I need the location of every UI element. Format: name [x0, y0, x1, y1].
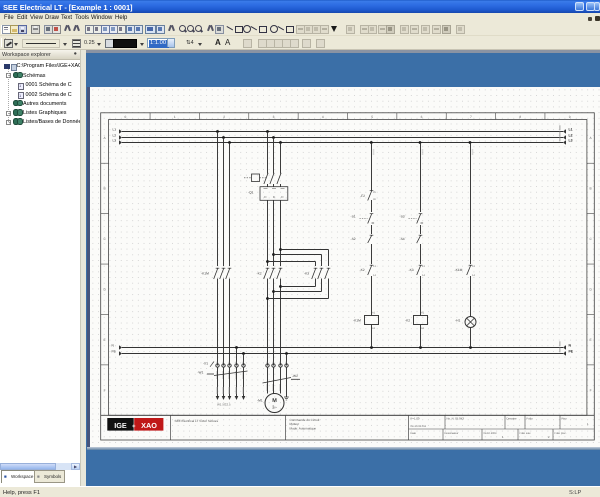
- svg-text:13: 13: [373, 265, 376, 268]
- svg-text:14: 14: [472, 274, 475, 277]
- svg-text:IGE: IGE: [114, 421, 127, 430]
- svg-text:-K2: -K2: [405, 319, 410, 323]
- svg-text:04.10.2003: 04.10.2003: [484, 432, 498, 435]
- svg-text:2: 2: [223, 115, 225, 119]
- svg-text:No. N. 05.043: No. N. 05.043: [447, 417, 465, 421]
- svg-text:4: 4: [322, 115, 324, 119]
- svg-text:-M1: -M1: [257, 399, 263, 403]
- svg-text:Dessine: Dessine: [507, 417, 518, 421]
- svg-text:1: 1: [502, 435, 504, 439]
- svg-text:14: 14: [422, 274, 425, 277]
- svg-text:F: F: [590, 388, 592, 392]
- svg-text:I>: I>: [273, 195, 276, 199]
- svg-text:14: 14: [373, 274, 376, 277]
- svg-text:A1: A1: [372, 312, 376, 315]
- svg-text:L1: L1: [113, 128, 117, 132]
- svg-text:-H1: -H1: [455, 319, 460, 323]
- svg-text:C: C: [589, 237, 592, 241]
- svg-text:Dessinateur: Dessinateur: [445, 432, 459, 435]
- svg-text:-X1: -X1: [203, 362, 208, 366]
- svg-text:2: 2: [548, 435, 550, 439]
- svg-text:-S3: -S3: [400, 215, 405, 219]
- svg-text:A2: A2: [421, 327, 425, 330]
- svg-text:13: 13: [422, 265, 425, 268]
- svg-text:5: 5: [371, 115, 373, 119]
- svg-text:I>: I>: [281, 195, 284, 199]
- svg-text:-W2: -W2: [292, 374, 298, 378]
- svg-text:PE: PE: [569, 350, 574, 354]
- svg-text:D: D: [589, 287, 592, 291]
- svg-text:Folio suiv.: Folio suiv.: [520, 432, 532, 435]
- svg-text:XAO: XAO: [141, 421, 157, 430]
- svg-text:D: D: [103, 287, 106, 291]
- svg-text:SEE Electrical LT Victor Simoe: SEE Electrical LT Victor Simoes: [175, 419, 219, 423]
- svg-text:-W1: -W1: [198, 371, 204, 375]
- svg-text:95: 95: [373, 191, 376, 194]
- svg-text:PE: PE: [112, 350, 116, 354]
- svg-text:7: 7: [470, 115, 472, 119]
- svg-text:3~: 3~: [272, 405, 277, 410]
- svg-text:1: 1: [174, 115, 176, 119]
- svg-text:13: 13: [472, 265, 475, 268]
- svg-text:-K2: -K2: [360, 268, 365, 272]
- svg-text:A2: A2: [372, 327, 376, 330]
- svg-text:Folio: Folio: [527, 417, 534, 421]
- svg-text:N: N: [569, 344, 572, 348]
- svg-text:-K1M: -K1M: [201, 272, 209, 276]
- svg-text:1: 1: [587, 422, 589, 426]
- svg-text:F: F: [104, 388, 106, 392]
- svg-text:Date: Date: [411, 432, 417, 435]
- svg-text:L1: L1: [569, 128, 573, 132]
- svg-text:P=1.00: P=1.00: [411, 417, 420, 421]
- svg-text:+: +: [132, 424, 136, 430]
- svg-text:-S2: -S2: [351, 237, 356, 241]
- svg-text:M: M: [272, 398, 277, 404]
- svg-text:6: 6: [421, 115, 423, 119]
- svg-text:I>: I>: [264, 195, 267, 199]
- svg-text:A: A: [590, 136, 593, 140]
- svg-text:E: E: [590, 338, 592, 342]
- svg-text:A1: A1: [421, 312, 425, 315]
- svg-text:Rev.: Rev.: [562, 417, 568, 421]
- svg-text:B: B: [104, 187, 106, 191]
- svg-text:8: 8: [519, 115, 521, 119]
- svg-text:Mode: Automatique: Mode: Automatique: [290, 427, 317, 431]
- svg-text:0: 0: [124, 115, 126, 119]
- svg-text:9: 9: [569, 115, 571, 119]
- svg-text:-K2: -K2: [257, 272, 262, 276]
- svg-text:A: A: [104, 136, 107, 140]
- svg-text:96: 96: [373, 198, 376, 201]
- svg-text:-K3: -K3: [304, 272, 309, 276]
- svg-text:No.36.08.063: No.36.08.063: [411, 425, 427, 428]
- svg-text:-S1: -S1: [351, 215, 356, 219]
- svg-text:3: 3: [273, 115, 275, 119]
- svg-text:E: E: [104, 338, 106, 342]
- svg-text:-Q1: -Q1: [248, 191, 254, 195]
- svg-text:-K3: -K3: [409, 268, 414, 272]
- svg-text:W1 5G2.5: W1 5G2.5: [217, 403, 231, 407]
- svg-text:L3: L3: [113, 139, 117, 143]
- svg-text:L3: L3: [569, 139, 573, 143]
- svg-text:Commande du Circuit: Commande du Circuit: [290, 418, 320, 422]
- svg-text:-F2: -F2: [360, 194, 365, 198]
- svg-text:L2: L2: [113, 134, 117, 138]
- svg-text:B: B: [590, 187, 592, 191]
- svg-text:C: C: [103, 237, 106, 241]
- svg-text:Moteur: Moteur: [290, 422, 300, 426]
- svg-text:L2: L2: [569, 134, 573, 138]
- svg-text:-K1M: -K1M: [455, 268, 463, 272]
- svg-text:-K1M: -K1M: [353, 319, 361, 323]
- svg-text:-S4: -S4: [400, 237, 405, 241]
- svg-text:N: N: [112, 344, 115, 348]
- svg-text:Folio prec.: Folio prec.: [555, 432, 567, 435]
